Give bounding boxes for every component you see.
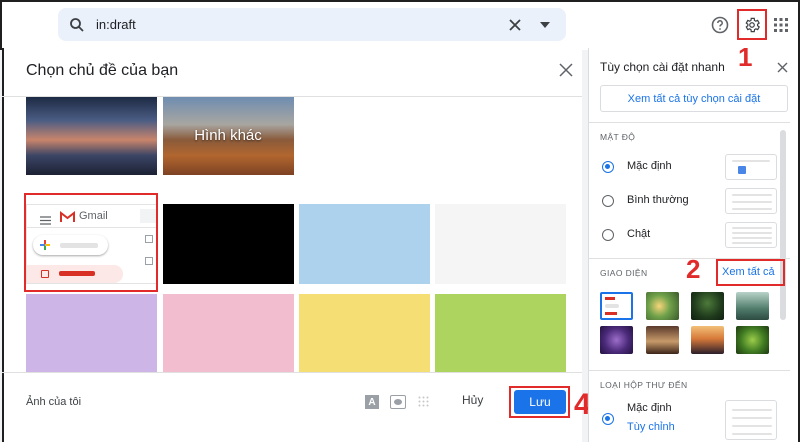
inbox-preview [725, 400, 777, 440]
theme-color-swatch[interactable] [299, 204, 430, 284]
inbox-type-heading: LOẠI HỘP THƯ ĐẾN [600, 380, 688, 390]
search-bar[interactable]: in:draft [58, 8, 566, 41]
density-radio-compact[interactable] [602, 229, 614, 241]
close-icon[interactable] [556, 60, 576, 80]
help-icon[interactable] [710, 15, 730, 35]
theme-option-default[interactable] [600, 292, 633, 320]
density-radio-default[interactable] [602, 161, 614, 173]
dialog-title: Chọn chủ đề của bạn [26, 62, 179, 79]
close-icon[interactable] [774, 59, 790, 75]
blur-icon[interactable] [417, 395, 429, 407]
density-option-label: Bình thường [627, 194, 689, 206]
theme-option-chess[interactable] [646, 326, 679, 354]
see-all-settings-button[interactable]: Xem tất cả tùy chọn cài đặt [600, 85, 788, 112]
my-photos-label: Ảnh của tôi [26, 396, 82, 408]
theme-option-leaf[interactable] [736, 326, 769, 354]
theme-thumb-label: Hình khác [194, 127, 262, 144]
step-3-highlight-box [24, 193, 158, 292]
theme-option-lake[interactable] [736, 292, 769, 320]
density-preview-default [725, 154, 777, 180]
inbox-option-label: Mặc định [627, 402, 672, 414]
panel-title: Tùy chọn cài đặt nhanh [600, 60, 725, 74]
clear-search-icon[interactable] [506, 16, 524, 34]
theme-thumb-storm-sky[interactable] [26, 97, 157, 175]
density-option-label: Chật [627, 228, 651, 240]
apps-grid-icon[interactable] [772, 16, 790, 34]
search-input[interactable]: in:draft [96, 17, 136, 32]
search-options-icon[interactable] [536, 16, 554, 34]
theme-heading: GIAO DIỆN [600, 268, 648, 278]
theme-option-forest[interactable] [691, 292, 724, 320]
save-button[interactable]: Lưu [514, 390, 566, 414]
theme-option-jellyfish[interactable] [600, 326, 633, 354]
inbox-radio-default[interactable] [602, 413, 614, 425]
cancel-button[interactable]: Hủy [462, 393, 483, 407]
theme-color-swatch[interactable] [26, 294, 157, 372]
theme-thumb-desert[interactable]: Hình khác [163, 97, 294, 175]
density-heading: MẬT ĐỘ [600, 132, 636, 142]
step-1-label: 1 [738, 42, 753, 72]
search-icon[interactable] [68, 16, 86, 34]
divider [589, 370, 790, 371]
vignette-icon[interactable] [390, 395, 406, 409]
theme-color-swatch[interactable] [299, 294, 430, 372]
divider [589, 122, 790, 123]
theme-option-sunset[interactable] [691, 326, 724, 354]
theme-option-flowers[interactable] [646, 292, 679, 320]
density-radio-normal[interactable] [602, 195, 614, 207]
text-background-icon[interactable]: A [365, 395, 379, 409]
theme-color-swatch[interactable] [435, 204, 566, 284]
scrollbar[interactable] [780, 130, 786, 320]
see-all-themes-link[interactable]: Xem tất cả [722, 266, 775, 278]
divider [2, 372, 582, 373]
density-option-label: Mặc định [627, 160, 672, 172]
theme-color-swatch[interactable] [163, 294, 294, 372]
density-preview-compact [725, 222, 777, 248]
gear-icon[interactable] [742, 15, 762, 35]
step-2-label: 2 [686, 254, 701, 284]
theme-color-swatch[interactable] [435, 294, 566, 372]
density-preview-normal [725, 188, 777, 214]
inbox-customize-link[interactable]: Tùy chỉnh [627, 421, 675, 433]
theme-color-swatch[interactable] [163, 204, 294, 284]
